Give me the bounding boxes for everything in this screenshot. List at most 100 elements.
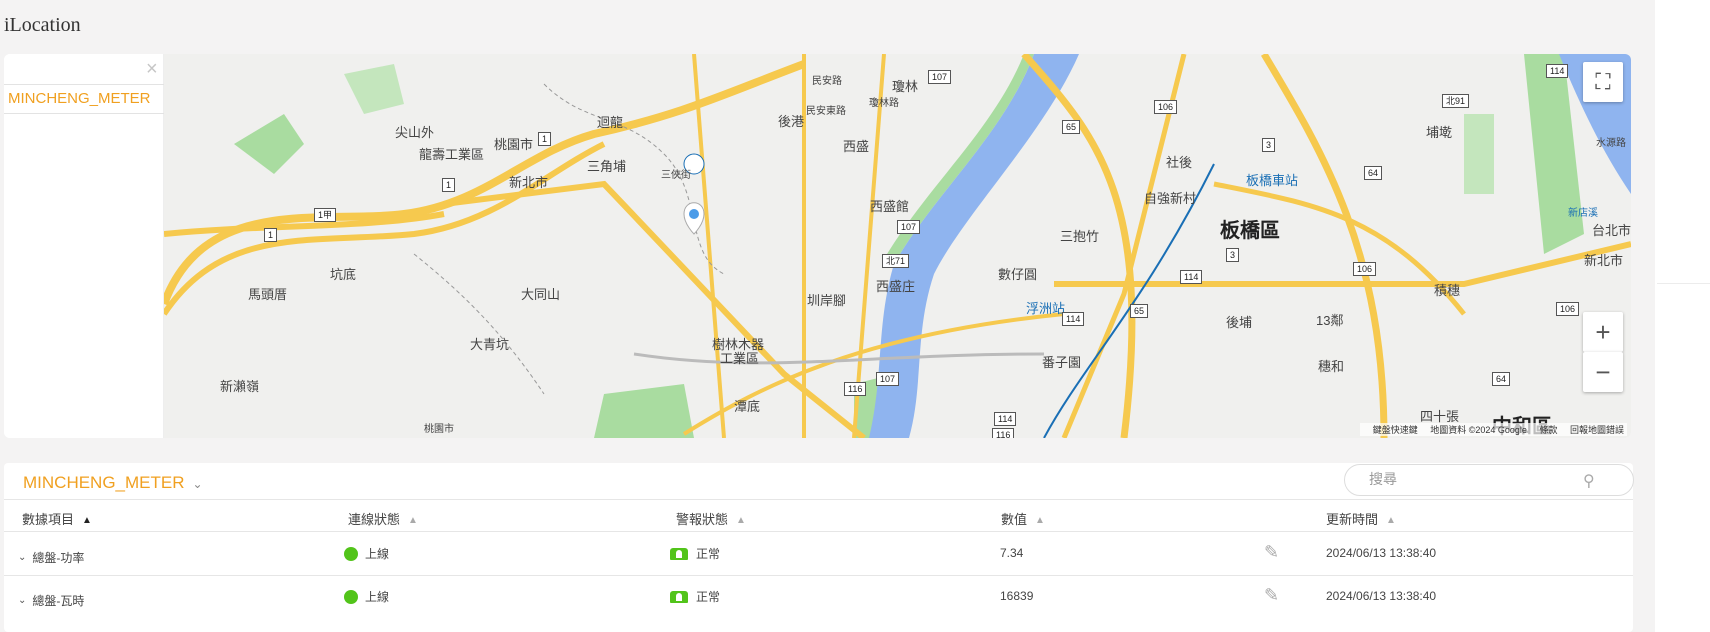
- route-shield: 3: [1262, 138, 1276, 152]
- map-label: 潭底: [734, 399, 761, 414]
- map-view[interactable]: 尖山外 龍壽工業區 桃園市 新北市 迴龍 三角埔 三俠街 坑底 馬頭厝 大同山 …: [164, 54, 1631, 438]
- route-shield: 107: [897, 220, 921, 234]
- map-label: 桃園市: [494, 137, 534, 152]
- close-icon[interactable]: ×: [146, 58, 158, 81]
- value-cell: 7.34: [1000, 546, 1024, 560]
- map-label: 瓊林: [892, 79, 919, 94]
- map-label: 新北市: [509, 175, 549, 190]
- map-label: 西盛館: [870, 199, 910, 214]
- route-shield: 北91: [1442, 94, 1470, 108]
- map-label: 社後: [1166, 155, 1193, 170]
- route-shield: 107: [876, 372, 900, 386]
- chevron-down-icon: ⌄: [192, 477, 203, 491]
- table-row-item[interactable]: ⌄ 總盤-瓦時: [18, 592, 84, 609]
- map-label: 後港: [778, 114, 805, 129]
- route-shield: 114: [1180, 270, 1203, 284]
- header-alarm[interactable]: 警報狀態 ▲: [676, 509, 746, 528]
- map-label: 西盛庄: [876, 279, 916, 294]
- map-label: 瓊林路: [869, 98, 899, 109]
- right-edge-panel: [1655, 0, 1710, 632]
- map-label: 新店溪: [1568, 208, 1598, 219]
- map-label: 尖山外: [395, 125, 435, 140]
- map-label: 龍壽工業區: [419, 147, 485, 162]
- alarm-light-icon: [670, 547, 688, 560]
- header-connection[interactable]: 連線狀態 ▲: [348, 509, 418, 528]
- route-shield: 北71: [882, 254, 910, 268]
- map-label: 埔墘: [1426, 125, 1453, 140]
- online-dot-icon: [344, 589, 358, 604]
- route-shield: 1: [538, 132, 552, 146]
- route-shield: 1: [442, 178, 456, 192]
- updated-cell: 2024/06/13 13:38:40: [1326, 546, 1437, 560]
- map-label: 積穗: [1434, 283, 1461, 298]
- header-value[interactable]: 數值 ▲: [1001, 509, 1045, 528]
- panel-device-item[interactable]: MINCHENG_METER: [8, 90, 151, 107]
- map-label: 浮洲站: [1026, 301, 1066, 316]
- map-label: 迴龍: [597, 115, 624, 130]
- sort-asc-icon: ▲: [82, 515, 92, 527]
- sort-icon: ▲: [736, 515, 746, 527]
- edit-icon[interactable]: ✎: [1264, 585, 1279, 606]
- device-select[interactable]: MINCHENG_METER ⌄: [23, 473, 203, 493]
- device-panel: × MINCHENG_METER: [4, 54, 164, 438]
- alarm-light-icon: [670, 590, 688, 603]
- map-label: 穗和: [1318, 359, 1345, 374]
- table-row-item[interactable]: ⌄ 總盤-功率: [18, 549, 84, 566]
- map-label: 西盛: [843, 139, 870, 154]
- map-label: 新北市: [1584, 253, 1624, 268]
- route-shield: 114: [1546, 64, 1569, 78]
- map-label: 工業區: [720, 351, 760, 366]
- route-shield: 1: [264, 228, 278, 242]
- map-data-text: 地圖資料 ©2024 Google: [1430, 425, 1527, 435]
- edit-icon[interactable]: ✎: [1264, 542, 1279, 563]
- map-label: 新瀨嶺: [220, 379, 260, 394]
- map-attribution: 鍵盤快速鍵 地圖資料 ©2024 Google 條款 回報地圖錯誤: [1359, 423, 1627, 436]
- alarm-status: 正常: [670, 588, 720, 605]
- map-label: 三角埔: [587, 159, 627, 174]
- route-shield: 3: [1226, 248, 1240, 262]
- map-label: 坑底: [330, 267, 357, 282]
- map-label: 馬頭厝: [248, 287, 288, 302]
- chevron-down-icon[interactable]: ⌄: [18, 595, 26, 606]
- sort-icon: ▲: [1386, 515, 1396, 527]
- route-shield: 106: [1154, 100, 1178, 114]
- report-error-link[interactable]: 回報地圖錯誤: [1570, 425, 1624, 435]
- route-shield: 106: [1353, 262, 1377, 276]
- zoom-out-button[interactable]: −: [1583, 352, 1623, 392]
- search-box[interactable]: ⚲: [1344, 464, 1634, 496]
- map-label: 自強新村: [1144, 191, 1197, 206]
- map-label: 板橋區: [1220, 220, 1280, 242]
- panel-divider: [4, 84, 164, 85]
- table-divider: [4, 499, 1633, 500]
- route-shield: 65: [1062, 120, 1081, 134]
- keyboard-shortcuts-link[interactable]: 鍵盤快速鍵: [1373, 425, 1418, 435]
- value-cell: 16839: [1000, 589, 1034, 603]
- route-shield: 114: [1062, 312, 1085, 326]
- map-label: 板橋車站: [1246, 173, 1299, 188]
- device-select-value: MINCHENG_METER: [23, 473, 185, 492]
- header-updated[interactable]: 更新時間 ▲: [1326, 509, 1396, 528]
- panel-divider: [4, 113, 164, 114]
- route-shield: 64: [1492, 372, 1511, 386]
- map-label: 圳岸腳: [807, 293, 847, 308]
- map-label: 民安東路: [806, 106, 846, 117]
- header-item[interactable]: 數據項目 ▲: [22, 509, 92, 528]
- terms-link[interactable]: 條款: [1539, 425, 1557, 435]
- search-icon[interactable]: ⚲: [1583, 471, 1595, 491]
- route-shield: 106: [1556, 302, 1580, 316]
- route-shield: 116: [992, 428, 1015, 438]
- fullscreen-button[interactable]: ⛶: [1583, 62, 1623, 102]
- map-label: 民安路: [812, 76, 842, 87]
- zoom-in-button[interactable]: +: [1583, 312, 1623, 352]
- app-title: iLocation: [4, 14, 81, 36]
- sort-icon: ▲: [408, 515, 418, 527]
- map-label: 台北市: [1592, 223, 1631, 238]
- map-label: 13鄰: [1316, 313, 1344, 328]
- chevron-down-icon[interactable]: ⌄: [18, 552, 26, 563]
- map-label: 大同山: [521, 287, 561, 302]
- map-card: × MINCHENG_METER 尖山外 龍壽工業區 桃園市 新北市 迴龍 三角…: [4, 54, 1631, 438]
- table-divider: [4, 575, 1633, 576]
- search-input[interactable]: [1369, 471, 1569, 487]
- map-label: 番子園: [1042, 355, 1082, 370]
- route-shield: 116: [844, 382, 867, 396]
